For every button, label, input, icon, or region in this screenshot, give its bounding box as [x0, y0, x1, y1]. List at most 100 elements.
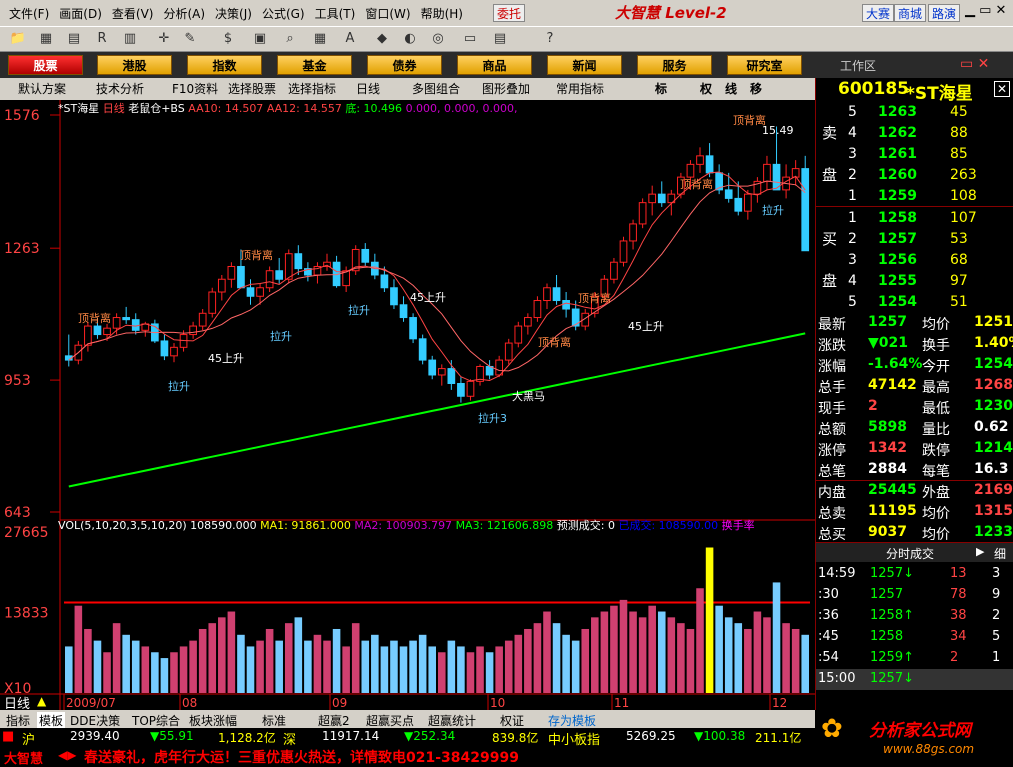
menu-item-4[interactable]: 决策(J): [210, 5, 257, 22]
func-button-3[interactable]: 选择股票: [228, 81, 276, 97]
menu-item-8[interactable]: 帮助(H): [416, 5, 468, 22]
toolbar-tool-6-icon[interactable]: ✎: [180, 30, 200, 48]
category-tab-2[interactable]: 指数: [187, 55, 262, 75]
menu-item-2[interactable]: 查看(V): [107, 5, 159, 22]
play-icon[interactable]: ▶: [976, 545, 984, 558]
category-tab-4[interactable]: 债券: [367, 55, 442, 75]
bottom-tab-1[interactable]: 模板: [37, 712, 66, 729]
stat-value: 47142: [868, 377, 917, 393]
category-tab-5[interactable]: 商品: [457, 55, 532, 75]
volume-bar: [351, 623, 360, 693]
menu-item-1[interactable]: 画面(D): [54, 5, 107, 22]
bottom-tab-10[interactable]: 存为模板: [548, 712, 596, 729]
func-button-0[interactable]: 默认方案: [18, 81, 66, 97]
volume-bar: [342, 646, 350, 693]
toolbar-tool-12-icon[interactable]: ◆: [372, 30, 392, 48]
triangle-icon[interactable]: ▲: [37, 694, 46, 708]
sell-row[interactable]: 4 1262 88: [816, 123, 1013, 144]
toolbar-tool-14-icon[interactable]: ◎: [428, 30, 448, 48]
volume-bar: [170, 652, 178, 693]
func-right-1[interactable]: 权: [700, 81, 712, 97]
detail-button[interactable]: 细: [994, 545, 1006, 562]
toolbar-tool-4-icon[interactable]: ▥: [120, 30, 140, 48]
func-button-8[interactable]: 常用指标: [556, 81, 604, 97]
bottom-tab-4[interactable]: 板块涨幅: [189, 712, 237, 729]
category-tab-7[interactable]: 服务: [637, 55, 712, 75]
candle-body: [380, 274, 389, 289]
toolbar-tool-0-icon[interactable]: 📁: [8, 30, 28, 48]
ticker-arrows[interactable]: ◀▶: [58, 748, 76, 762]
bottom-tab-5[interactable]: 标准: [262, 712, 286, 729]
bottom-tab-9[interactable]: 权证: [500, 712, 524, 729]
weituo-button[interactable]: 委托: [493, 4, 526, 22]
func-button-2[interactable]: F10资料: [172, 81, 218, 97]
func-right-2[interactable]: 线: [725, 81, 737, 97]
buy-row[interactable]: 2 1257 53: [816, 229, 1013, 250]
candle-body: [131, 319, 140, 331]
price: 1259: [878, 188, 917, 204]
bottom-tab-8[interactable]: 超赢统计: [428, 712, 476, 729]
func-right-0[interactable]: 标: [655, 81, 667, 97]
bottom-tab-7[interactable]: 超赢买点: [366, 712, 414, 729]
bottom-tab-2[interactable]: DDE决策: [70, 712, 120, 729]
stat-label: 涨跌: [818, 338, 846, 354]
sell-row[interactable]: 5 1263 45: [816, 102, 1013, 123]
sell-row[interactable]: 2 1260 263: [816, 165, 1013, 186]
category-tab-0[interactable]: 股票: [8, 55, 83, 75]
toolbar-tool-15-icon[interactable]: ▭: [460, 30, 480, 48]
shangcheng-button[interactable]: 商城: [894, 4, 927, 22]
candle-body: [686, 163, 695, 178]
menu-item-7[interactable]: 窗口(W): [360, 5, 415, 22]
ticker-message[interactable]: 春送豪礼，虎年行大运！三重优惠火热送，详情致电021-38429999: [84, 747, 519, 767]
bottom-tab-3[interactable]: TOP综合: [132, 712, 180, 729]
category-tab-8[interactable]: 研究室: [727, 55, 802, 75]
toolbar-tool-2-icon[interactable]: ▤: [64, 30, 84, 48]
bottom-tab-6[interactable]: 超赢2: [318, 712, 350, 729]
toolbar-tool-13-icon[interactable]: ◐: [400, 30, 420, 48]
buy-row[interactable]: 4 1255 97: [816, 271, 1013, 292]
dasai-button[interactable]: 大赛: [862, 4, 895, 22]
lulan-button[interactable]: 路演: [928, 4, 961, 22]
volume-bar: [744, 628, 752, 693]
buy-row[interactable]: 5 1254 51: [816, 292, 1013, 313]
candle-body: [629, 223, 637, 242]
ticker-bar: 大智慧 ◀▶ 春送豪礼，虎年行大运！三重优惠火热送，详情致电021-384299…: [0, 746, 815, 767]
toolbar-tool-16-icon[interactable]: ▤: [490, 30, 510, 48]
tick-time: 14:59: [818, 566, 856, 581]
flower-icon: ✿: [821, 714, 843, 744]
category-tab-1[interactable]: 港股: [97, 55, 172, 75]
toolbar-tool-10-icon[interactable]: ▦: [310, 30, 330, 48]
menu-item-3[interactable]: 分析(A): [158, 5, 210, 22]
toolbar-tool-5-icon[interactable]: ✛: [154, 30, 174, 48]
menu-item-5[interactable]: 公式(G): [257, 5, 310, 22]
category-tab-6[interactable]: 新闻: [547, 55, 622, 75]
toolbar-tool-9-icon[interactable]: ⌕: [280, 30, 300, 48]
func-right-3[interactable]: 移: [750, 81, 762, 97]
close-quote-icon[interactable]: ✕: [994, 81, 1010, 97]
toolbar-tool-11-icon[interactable]: A: [340, 30, 360, 48]
func-button-4[interactable]: 选择指标: [288, 81, 336, 97]
sell-row[interactable]: 3 1261 85: [816, 144, 1013, 165]
sell-row[interactable]: 1 1259 108: [816, 186, 1013, 207]
workarea-label[interactable]: 工作区: [840, 57, 876, 74]
buy-row[interactable]: 1 1258 107: [816, 208, 1013, 229]
toolbar-tool-3-icon[interactable]: R: [92, 30, 112, 48]
menu-item-0[interactable]: 文件(F): [4, 5, 54, 22]
toolbar-tool-8-icon[interactable]: ▣: [250, 30, 270, 48]
bottom-tab-0[interactable]: 指标: [6, 712, 30, 729]
func-button-5[interactable]: 日线: [356, 81, 380, 97]
tick-volume: 2: [950, 650, 959, 665]
category-tab-3[interactable]: 基金: [277, 55, 352, 75]
window-controls[interactable]: ▁ ▭ ✕: [965, 3, 1009, 18]
func-button-6[interactable]: 多图组合: [412, 81, 460, 97]
close-icon[interactable]: ▭ ✕: [960, 56, 989, 72]
func-button-1[interactable]: 技术分析: [96, 81, 144, 97]
menu-item-6[interactable]: 工具(T): [310, 5, 361, 22]
toolbar-tool-1-icon[interactable]: ▦: [36, 30, 56, 48]
toolbar-tool-17-icon[interactable]: ?: [540, 30, 560, 48]
toolbar-tool-7-icon[interactable]: $: [218, 30, 238, 48]
stat-value: 25445: [868, 482, 917, 498]
buy-row[interactable]: 3 1256 68: [816, 250, 1013, 271]
func-button-7[interactable]: 图形叠加: [482, 81, 530, 97]
stat-value: 1257: [868, 314, 907, 330]
